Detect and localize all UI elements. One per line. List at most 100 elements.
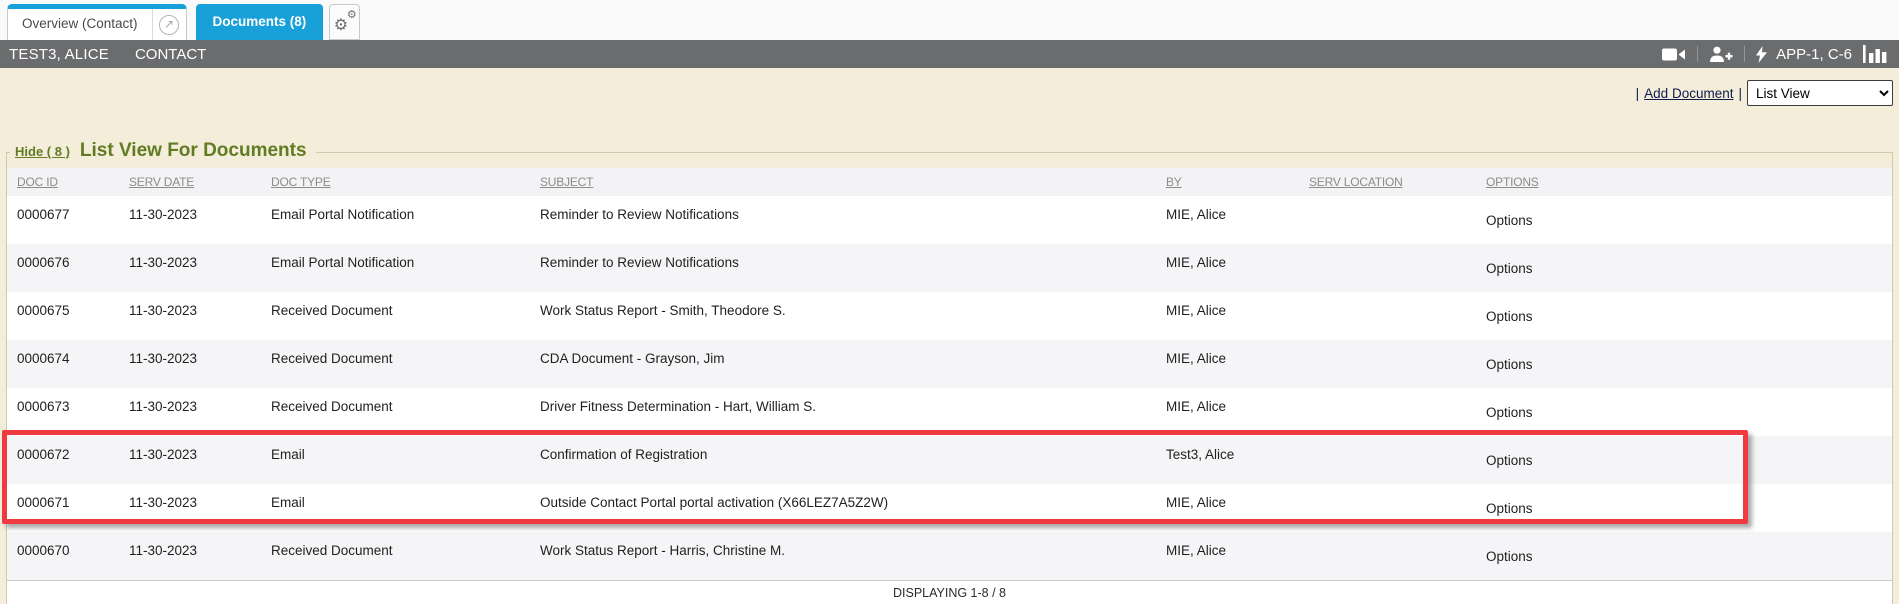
cell-subject: CDA Document - Grayson, Jim — [530, 340, 1156, 388]
cell-subject: Outside Contact Portal portal activation… — [530, 484, 1156, 532]
table-row-highlighted[interactable]: 0000672 11-30-2023 Email Confirmation of… — [7, 436, 1892, 484]
cell-options: Options — [1476, 388, 1892, 436]
cell-subject: Reminder to Review Notifications — [530, 244, 1156, 292]
app-label: APP-1, C-6 — [1776, 46, 1852, 63]
cell-options: Options — [1476, 244, 1892, 292]
bar-chart-icon[interactable] — [1863, 45, 1889, 63]
cell-subject: Work Status Report - Harris, Christine M… — [530, 532, 1156, 580]
options-link[interactable]: Options — [1486, 453, 1533, 468]
page: Overview (Contact) ↗ Documents (8) ⚙⚙ TE… — [0, 0, 1899, 604]
settings-button[interactable]: ⚙⚙ — [329, 4, 360, 40]
cell-serv-date: 11-30-2023 — [119, 244, 261, 292]
options-link[interactable]: Options — [1486, 213, 1533, 228]
documents-table: DOC ID SERV DATE DOC TYPE SUBJECT BY SER… — [7, 168, 1892, 580]
cell-doc-id: 0000672 — [7, 436, 119, 484]
cell-doc-type: Email Portal Notification — [261, 244, 530, 292]
titlebar-actions: APP-1, C-6 — [1662, 45, 1889, 63]
cell-serv-location — [1299, 196, 1476, 244]
options-link[interactable]: Options — [1486, 261, 1533, 276]
cell-serv-date: 11-30-2023 — [119, 340, 261, 388]
cell-serv-date: 11-30-2023 — [119, 292, 261, 340]
cell-doc-id: 0000673 — [7, 388, 119, 436]
paging-status: DISPLAYING 1-8 / 8 — [7, 580, 1892, 604]
col-doc-type: DOC TYPE — [261, 168, 530, 196]
cell-doc-type: Received Document — [261, 340, 530, 388]
hide-link[interactable]: Hide ( 8 ) — [15, 144, 70, 159]
cell-by: MIE, Alice — [1156, 292, 1299, 340]
table-row[interactable]: 0000673 11-30-2023 Received Document Dri… — [7, 388, 1892, 436]
table-row[interactable]: 0000677 11-30-2023 Email Portal Notifica… — [7, 196, 1892, 244]
table-row[interactable]: 0000676 11-30-2023 Email Portal Notifica… — [7, 244, 1892, 292]
gears-icon: ⚙⚙ — [335, 11, 355, 33]
cell-serv-location — [1299, 340, 1476, 388]
popout-arrow-icon: ↗ — [159, 15, 179, 35]
popout-button[interactable]: ↗ — [152, 9, 186, 40]
cell-doc-type: Email — [261, 436, 530, 484]
documents-panel: Hide ( 8 ) List View For Documents DOC I… — [6, 152, 1893, 604]
cell-doc-id: 0000675 — [7, 292, 119, 340]
app-launch-control[interactable]: APP-1, C-6 — [1756, 46, 1852, 63]
cell-doc-type: Email Portal Notification — [261, 196, 530, 244]
col-serv-location: SERV LOCATION — [1299, 168, 1476, 196]
sort-options[interactable]: OPTIONS — [1486, 175, 1539, 189]
cell-serv-location — [1299, 244, 1476, 292]
video-camera-icon[interactable] — [1662, 47, 1686, 62]
cell-by: MIE, Alice — [1156, 388, 1299, 436]
col-doc-id: DOC ID — [7, 168, 119, 196]
cell-doc-id: 0000676 — [7, 244, 119, 292]
cell-options: Options — [1476, 340, 1892, 388]
cell-serv-date: 11-30-2023 — [119, 388, 261, 436]
cell-serv-date: 11-30-2023 — [119, 484, 261, 532]
cell-by: MIE, Alice — [1156, 532, 1299, 580]
table-row[interactable]: 0000675 11-30-2023 Received Document Wor… — [7, 292, 1892, 340]
options-link[interactable]: Options — [1486, 357, 1533, 372]
cell-serv-location — [1299, 484, 1476, 532]
cell-serv-date: 11-30-2023 — [119, 196, 261, 244]
cell-doc-id: 0000677 — [7, 196, 119, 244]
cell-options: Options — [1476, 532, 1892, 580]
cell-by: Test3, Alice — [1156, 436, 1299, 484]
cell-doc-type: Received Document — [261, 532, 530, 580]
cell-doc-type: Received Document — [261, 388, 530, 436]
options-link[interactable]: Options — [1486, 549, 1533, 564]
table-row-highlighted[interactable]: 0000671 11-30-2023 Email Outside Contact… — [7, 484, 1892, 532]
sort-doc-id[interactable]: DOC ID — [17, 175, 58, 189]
lightning-icon — [1756, 46, 1767, 63]
add-person-icon[interactable] — [1709, 46, 1733, 63]
cell-by: MIE, Alice — [1156, 340, 1299, 388]
sort-serv-date[interactable]: SERV DATE — [129, 175, 194, 189]
record-type: CONTACT — [135, 46, 206, 63]
tab-overview-contact[interactable]: Overview (Contact) ↗ — [7, 4, 187, 40]
sort-subject[interactable]: SUBJECT — [540, 175, 593, 189]
options-link[interactable]: Options — [1486, 405, 1533, 420]
tab-overview-label[interactable]: Overview (Contact) — [8, 9, 152, 40]
divider — [1697, 46, 1698, 62]
cell-serv-location — [1299, 388, 1476, 436]
cell-serv-location — [1299, 436, 1476, 484]
tab-documents[interactable]: Documents (8) — [196, 4, 324, 40]
separator: | — [1738, 86, 1742, 101]
sort-serv-location[interactable]: SERV LOCATION — [1309, 175, 1403, 189]
cell-by: MIE, Alice — [1156, 244, 1299, 292]
cell-serv-date: 11-30-2023 — [119, 436, 261, 484]
cell-serv-location — [1299, 292, 1476, 340]
table-row[interactable]: 0000670 11-30-2023 Received Document Wor… — [7, 532, 1892, 580]
cell-doc-type: Received Document — [261, 292, 530, 340]
panel-legend: Hide ( 8 ) List View For Documents — [10, 140, 316, 162]
add-document-link[interactable]: Add Document — [1644, 86, 1733, 101]
cell-options: Options — [1476, 436, 1892, 484]
cell-subject: Work Status Report - Smith, Theodore S. — [530, 292, 1156, 340]
sort-by[interactable]: BY — [1166, 175, 1182, 189]
options-link[interactable]: Options — [1486, 309, 1533, 324]
sort-doc-type[interactable]: DOC TYPE — [271, 175, 331, 189]
cell-doc-id: 0000671 — [7, 484, 119, 532]
cell-options: Options — [1476, 292, 1892, 340]
patient-name: TEST3, ALICE — [9, 46, 109, 63]
panel-title: List View For Documents — [80, 140, 307, 162]
options-link[interactable]: Options — [1486, 501, 1533, 516]
view-mode-select[interactable]: List View — [1747, 80, 1893, 106]
table-header-row: DOC ID SERV DATE DOC TYPE SUBJECT BY SER… — [7, 168, 1892, 196]
table-row[interactable]: 0000674 11-30-2023 Received Document CDA… — [7, 340, 1892, 388]
cell-subject: Driver Fitness Determination - Hart, Wil… — [530, 388, 1156, 436]
cell-subject: Confirmation of Registration — [530, 436, 1156, 484]
